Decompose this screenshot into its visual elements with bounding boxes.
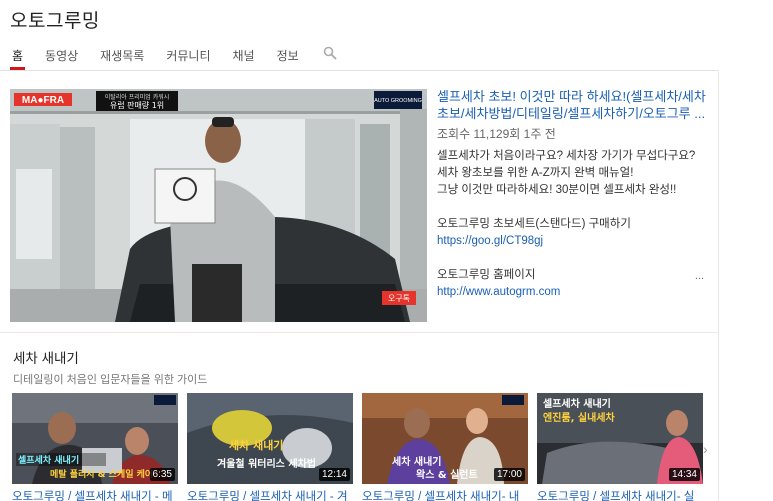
thumb-bottom-logo: 오구톡 [388,294,410,303]
tab-home[interactable]: 홈 [9,44,26,72]
thumb-banner-top: 이탈리아 프리미엄 카워시 [105,93,170,101]
thumb-logo-left: MA●FRA [22,95,64,106]
video-thumbnail[interactable]: 셀프세차 새내기 메탈 폴리시 & 스케일 케어 6:35 [12,393,178,484]
video-thumbnail[interactable]: 세차 새내기 겨울철 워터리스 세차법 12:14 [187,393,353,484]
video-card[interactable]: 세차 새내기 왁스 & 실런트 17:00 오토그루밍 / 셀프세차 새내기- … [362,393,528,501]
video-card[interactable]: 셀프세차 새내기 엔진룸, 실내세차 14:34 오토그루밍 / 셀프세차 새내… [537,393,703,501]
shelf-subtitle: 디테일링이 처음인 입문자들을 위한 가이드 [13,374,208,386]
featured-video-title[interactable]: 셀프세차 초보! 이것만 따라 하세요!(셀프세차/세차초보/세차방법/디테일링… [437,88,707,122]
featured-video-thumbnail[interactable]: MA●FRA 이탈리아 프리미엄 카워시 유럽 판매량 1위 AUTO GROO… [10,89,427,322]
thumb-logo-right: AUTO GROOMING [374,98,422,104]
video-title[interactable]: 오토그루밍 / 셀프세차 새내기 - 메 [12,488,178,501]
thumb-overlay-text: 셀프세차 새내기 [18,454,79,466]
tab-about[interactable]: 정보 [277,44,299,72]
thumb-overlay-text: 겨울철 워터리스 세차법 [217,457,316,470]
thumb-overlay-text: 세차 새내기 [229,438,283,452]
thumb-overlay-text: 셀프세차 새내기 [543,397,611,410]
video-duration: 17:00 [493,468,525,481]
video-title[interactable]: 오토그루밍 / 셀프세차 새내기- 내 [362,488,528,501]
channel-title: 오토그루밍 [10,11,100,32]
search-icon[interactable] [323,44,337,65]
channel-tabs: 홈 동영상 재생목록 커뮤니티 채널 정보 [0,44,337,72]
featured-video-info: 셀프세차 초보! 이것만 따라 하세요!(셀프세차/세차초보/세차방법/디테일링… [437,88,707,301]
featured-video-meta: 조회수 11,129회 1주 전 [437,127,556,141]
thumb-overlay-text: 왁스 & 실런트 [416,468,478,481]
tab-videos[interactable]: 동영상 [45,44,78,72]
desc-line: 오토그루밍 홈페이지 [437,269,536,281]
desc-spacer [437,250,707,267]
tab-community[interactable]: 커뮤니티 [166,44,210,72]
more-options-icon[interactable]: ... [695,270,704,282]
featured-video: MA●FRA 이탈리아 프리미엄 카워시 유럽 판매량 1위 AUTO GROO… [0,70,718,332]
desc-spacer [437,199,707,216]
desc-line: 그냥 이것만 따라하세요! 30분이면 셀프세차 완성!! [437,184,677,196]
tab-channels[interactable]: 채널 [233,44,255,72]
thumb-overlay-text: 메탈 폴리시 & 스케일 케어 [50,468,153,480]
desc-line: 오토그루밍 초보세트(스탠다드) 구매하기 [437,218,631,230]
featured-video-description: 셀프세차가 처음이라구요? 세차장 가기가 무섭다구요? 세차 왕초보를 위한 … [437,148,707,301]
video-shelf: 셀프세차 새내기 메탈 폴리시 & 스케일 케어 6:35 오토그루밍 / 셀프… [12,393,712,501]
chevron-right-icon[interactable]: › [703,441,708,457]
shelf-title[interactable]: 세차 새내기 [13,347,79,367]
section-divider [0,332,718,333]
video-card[interactable]: 세차 새내기 겨울철 워터리스 세차법 12:14 오토그루밍 / 셀프세차 새… [187,393,353,501]
video-duration: 6:35 [149,468,175,481]
thumb-overlay-text: 세차 새내기 [392,455,441,468]
channel-header: 오토그루밍 홈 동영상 재생목록 커뮤니티 채널 정보 [0,0,718,72]
desc-link-shop[interactable]: https://goo.gl/CT98gj [437,235,543,247]
content-right-border [718,70,719,501]
video-thumbnail[interactable]: 세차 새내기 왁스 & 실런트 17:00 [362,393,528,484]
thumb-banner-bottom: 유럽 판매량 1위 [110,100,164,110]
desc-line: 세차 왕초보를 위한 A-Z까지 완벽 매뉴얼! [437,167,634,179]
desc-line: 셀프세차가 처음이라구요? 세차장 가기가 무섭다구요? [437,150,696,162]
thumb-overlay-text: 엔진룸, 실내세차 [543,411,615,424]
video-duration: 14:34 [668,468,700,481]
video-card[interactable]: 셀프세차 새내기 메탈 폴리시 & 스케일 케어 6:35 오토그루밍 / 셀프… [12,393,178,501]
video-thumbnail[interactable]: 셀프세차 새내기 엔진룸, 실내세차 14:34 [537,393,703,484]
video-title[interactable]: 오토그루밍 / 셀프세차 새내기- 실 [537,488,703,501]
tab-playlists[interactable]: 재생목록 [100,44,144,72]
video-duration: 12:14 [318,468,350,481]
desc-link-homepage[interactable]: http://www.autogrm.com [437,286,560,298]
video-title[interactable]: 오토그루밍 / 셀프세차 새내기 - 겨 [187,488,353,501]
